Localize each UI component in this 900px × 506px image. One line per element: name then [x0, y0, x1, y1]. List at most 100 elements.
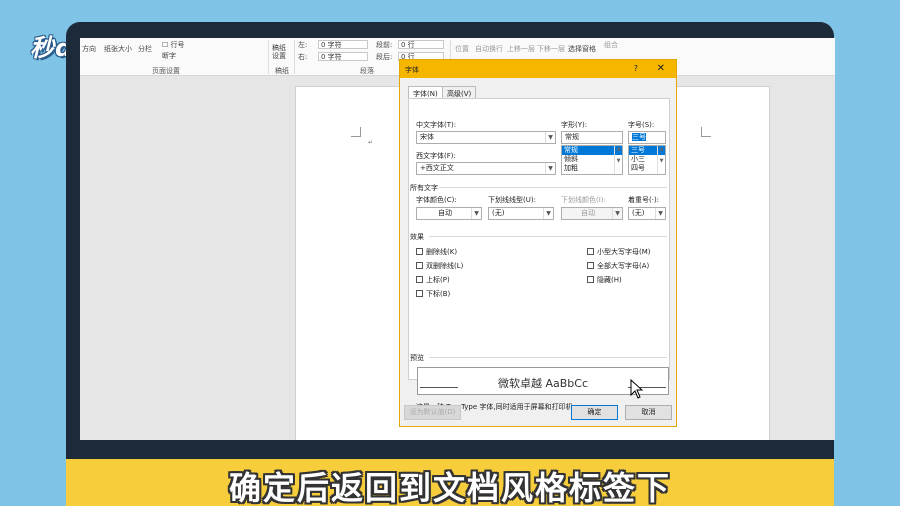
indent-right-label: 右: [298, 53, 308, 61]
font-style-label: 字形(Y): [561, 121, 588, 129]
small-caps-checkbox[interactable]: 小型大写字母(M) [587, 247, 651, 257]
all-text-heading: 所有文字 [410, 184, 438, 192]
font-size-label: 字号(S): [628, 121, 655, 129]
hyphenation-button[interactable]: 断字 [162, 51, 176, 61]
strikethrough-label: 删除线(K) [426, 248, 458, 256]
chevron-down-icon[interactable]: ▼ [655, 208, 665, 219]
chevron-down-icon[interactable]: ▼ [612, 208, 622, 219]
subscript-label: 下标(B) [426, 290, 451, 298]
margin-corner-mark [701, 127, 711, 137]
dialog-titlebar: 字体 ? ✕ [400, 60, 676, 78]
font-color-value: 自动 [438, 209, 452, 217]
chevron-down-icon[interactable]: ▼ [545, 132, 555, 143]
superscript-checkbox[interactable]: 上标(P) [416, 275, 450, 285]
indent-left-field[interactable]: 0 字符 [318, 40, 368, 49]
list-scrollbar[interactable]: ▲ ▼ [657, 146, 665, 174]
section-divider [429, 357, 667, 358]
orientation-button[interactable]: 方向 [82, 44, 96, 54]
send-backward-button[interactable]: 下移一层 [537, 44, 565, 54]
font-style-option[interactable]: 常规 [562, 146, 622, 155]
underline-color-combo[interactable]: 自动 ▼ [561, 207, 623, 220]
hidden-label: 隐藏(H) [597, 276, 622, 284]
group-page-setup: 页面设置 [152, 67, 180, 75]
chinese-font-value: 宋体 [420, 133, 434, 141]
font-style-input[interactable]: 常规 [561, 131, 623, 144]
font-size-list[interactable]: 三号 小三 四号 ▲ ▼ [628, 145, 666, 175]
all-caps-label: 全部大写字母(A) [597, 262, 650, 270]
preview-heading: 预览 [410, 354, 424, 362]
checkbox-box[interactable] [416, 290, 423, 297]
small-caps-label: 小型大写字母(M) [597, 248, 651, 256]
ok-button[interactable]: 确定 [571, 405, 618, 420]
emphasis-mark-combo[interactable]: (无) ▼ [628, 207, 666, 220]
bring-forward-button[interactable]: 上移一层 [507, 44, 535, 54]
position-button[interactable]: 位置 [455, 44, 469, 54]
underline-color-value: 自动 [581, 209, 595, 217]
western-font-combo[interactable]: +西文正文 ▼ [416, 162, 556, 175]
line-numbers-button[interactable]: ☐ 行号 [162, 40, 185, 50]
columns-button[interactable]: 分栏 [138, 44, 152, 54]
font-style-list[interactable]: 常规 倾斜 加粗 ▲ ▼ [561, 145, 623, 175]
margin-corner-mark [351, 127, 361, 137]
subscript-checkbox[interactable]: 下标(B) [416, 289, 450, 299]
superscript-label: 上标(P) [426, 276, 450, 284]
section-divider [439, 187, 667, 188]
group-button[interactable]: 组合 [604, 40, 618, 50]
spacing-before-label: 段前: [376, 41, 393, 49]
wrap-text-button[interactable]: 自动换行 [475, 44, 503, 54]
font-dialog: 字体 ? ✕ 字体(N) 高级(V) 中文字体(T): 宋体 ▼ 西文字体(F)… [399, 59, 677, 427]
line-numbers-label: 行号 [170, 41, 185, 49]
font-color-label: 字体颜色(C): [416, 196, 457, 204]
chevron-down-icon[interactable]: ▼ [545, 163, 555, 174]
paper-size-button[interactable]: 纸张大小 [104, 44, 132, 54]
group-paragraph: 段落 [360, 67, 374, 75]
checkbox-box[interactable] [416, 276, 423, 283]
emphasis-mark-label: 着重号(·): [628, 196, 660, 204]
ribbon-separator [294, 40, 295, 74]
chevron-down-icon[interactable]: ▼ [471, 208, 481, 219]
font-color-combo[interactable]: 自动 ▼ [416, 207, 482, 220]
hidden-checkbox[interactable]: 隐藏(H) [587, 275, 622, 285]
dialog-title: 字体 [405, 66, 419, 74]
chevron-down-icon[interactable]: ▼ [543, 208, 553, 219]
cancel-button[interactable]: 取消 [625, 405, 672, 420]
set-default-button[interactable]: 设为默认值(D) [404, 405, 461, 420]
underline-style-value: (无) [492, 209, 505, 217]
western-font-value: +西文正文 [420, 164, 454, 172]
underline-style-label: 下划线线型(U): [488, 196, 536, 204]
chinese-font-combo[interactable]: 宋体 ▼ [416, 131, 556, 144]
checkbox-box[interactable] [416, 262, 423, 269]
list-scrollbar[interactable]: ▲ ▼ [614, 146, 622, 174]
checkbox-box[interactable] [416, 248, 423, 255]
help-icon[interactable]: ? [634, 64, 638, 73]
font-style-option[interactable]: 加粗 [562, 164, 622, 173]
double-strikethrough-checkbox[interactable]: 双删除线(L) [416, 261, 463, 271]
close-icon[interactable]: ✕ [657, 63, 665, 74]
underline-color-label: 下划线颜色(I): [561, 196, 606, 204]
spacing-after-label: 段后: [376, 53, 393, 61]
checkbox-box[interactable] [587, 262, 594, 269]
spacing-before-field[interactable]: 0 行 [398, 40, 444, 49]
subtitle-text: 确定后返回到文档风格标签下 [228, 469, 671, 506]
selection-pane-button[interactable]: 选择窗格 [568, 44, 596, 54]
ribbon-separator [268, 40, 269, 74]
indent-right-field[interactable]: 0 字符 [318, 52, 368, 61]
all-caps-checkbox[interactable]: 全部大写字母(A) [587, 261, 649, 271]
font-style-option[interactable]: 倾斜 [562, 155, 622, 164]
underline-style-combo[interactable]: (无) ▼ [488, 207, 554, 220]
paragraph-mark: ↵ [368, 139, 374, 146]
emphasis-mark-value: (无) [632, 209, 645, 217]
western-font-label: 西文字体(F): [416, 152, 456, 160]
section-divider [429, 236, 667, 237]
double-strikethrough-label: 双删除线(L) [426, 262, 464, 270]
strikethrough-checkbox[interactable]: 删除线(K) [416, 247, 457, 257]
subtitle-bar: 确定后返回到文档风格标签下 [66, 459, 834, 506]
group-draft-paper: 稿纸 [275, 67, 289, 75]
mouse-pointer-icon [630, 379, 644, 399]
draft-paper-button[interactable]: 稿纸设置 [272, 44, 292, 60]
font-size-input[interactable]: 三号 [628, 131, 666, 144]
checkbox-box[interactable] [587, 276, 594, 283]
checkbox-box[interactable] [587, 248, 594, 255]
font-tab-panel: 中文字体(T): 宋体 ▼ 西文字体(F): +西文正文 ▼ 字形(Y): 常规… [408, 98, 670, 411]
indent-left-label: 左: [298, 41, 308, 49]
